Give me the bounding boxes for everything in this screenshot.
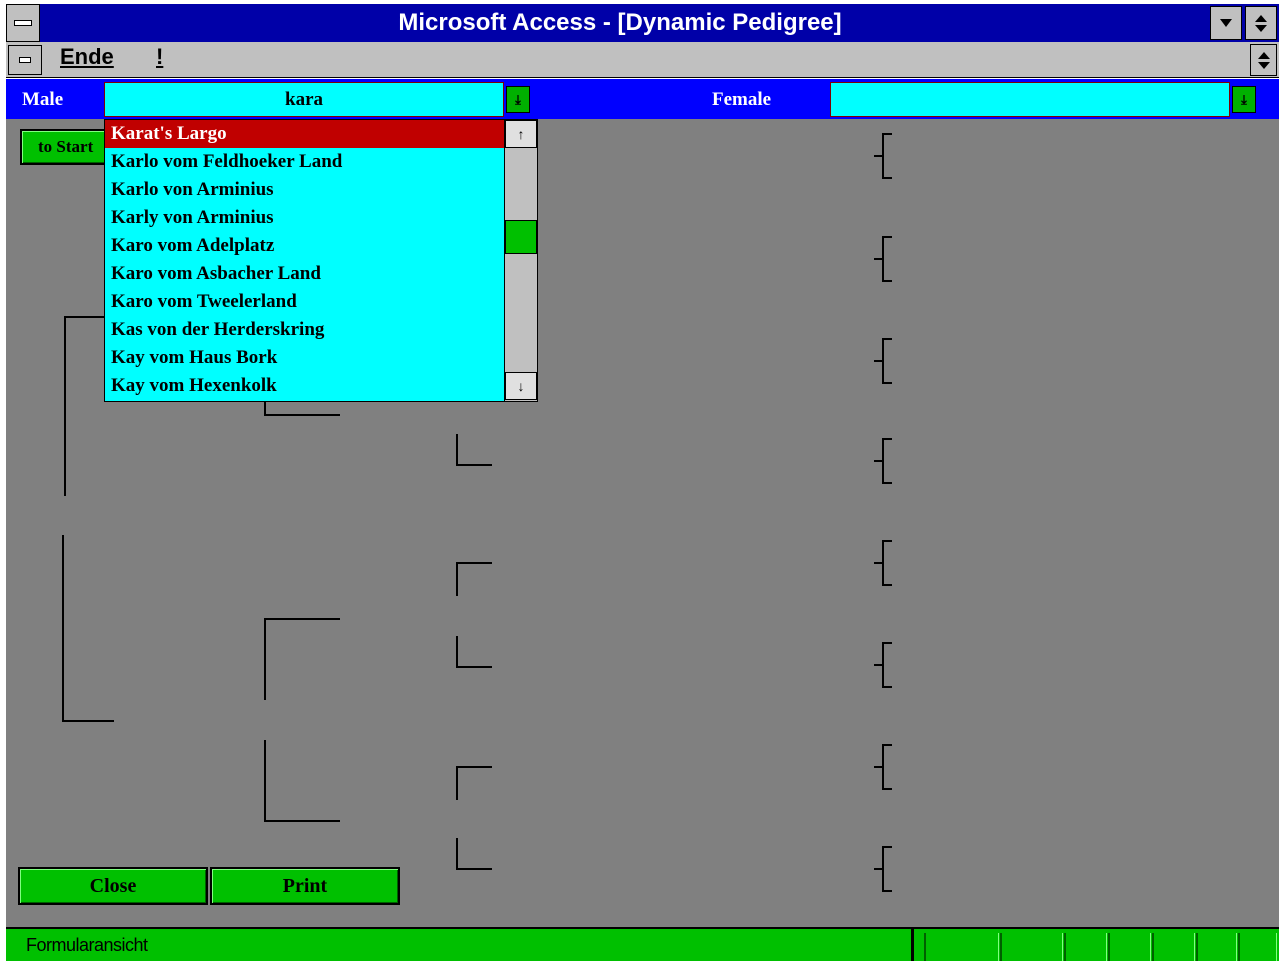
bracket-connector xyxy=(882,280,892,282)
bracket-connector xyxy=(874,155,883,157)
pedigree-connector xyxy=(264,618,266,700)
pedigree-connector xyxy=(456,636,458,668)
bracket-connector xyxy=(874,258,883,260)
pedigree-connector xyxy=(456,562,458,596)
dropdown-arrow-icon: ⤓ xyxy=(515,92,521,107)
status-cell xyxy=(1152,933,1195,961)
status-bar: Formularansicht xyxy=(6,927,1279,961)
status-cell xyxy=(924,933,999,961)
pedigree-connector xyxy=(456,766,492,768)
pedigree-connector xyxy=(264,820,340,822)
menu-ende[interactable]: Ende xyxy=(60,44,114,70)
arrow-up-icon: ↑ xyxy=(517,126,525,142)
menu-run[interactable]: ! xyxy=(156,44,163,70)
scroll-up-button[interactable]: ↑ xyxy=(505,120,537,148)
bracket-connector xyxy=(882,584,892,586)
dropdown-options: Karat's Largo Karlo vom Feldhoeker Land Ka… xyxy=(105,120,537,400)
female-combo[interactable] xyxy=(830,82,1230,117)
status-cell xyxy=(1238,933,1277,961)
male-label: Male xyxy=(22,89,64,110)
dropdown-option[interactable]: Karo vom Asbacher Land xyxy=(105,260,537,288)
female-label: Female xyxy=(712,89,772,110)
pedigree-connector xyxy=(456,838,458,870)
pedigree-connector xyxy=(62,535,64,722)
pedigree-connector xyxy=(64,316,104,318)
dropdown-option[interactable]: Karlo von Arminius xyxy=(105,176,537,204)
arrow-down-icon: ↓ xyxy=(517,378,525,394)
dropdown-option[interactable]: Kas von der Herderskring xyxy=(105,316,537,344)
bracket-connector xyxy=(874,766,883,768)
pedigree-connector xyxy=(264,740,266,822)
dropdown-option[interactable]: Kay vom Haus Bork xyxy=(105,344,537,372)
window-title: Microsoft Access - [Dynamic Pedigree] xyxy=(398,9,842,36)
document-menu-button[interactable] xyxy=(8,45,42,75)
status-text: Formularansicht xyxy=(26,935,148,955)
minimize-icon xyxy=(1220,19,1232,27)
dropdown-option[interactable]: Karat's Largo xyxy=(105,120,537,148)
pedigree-connector xyxy=(456,666,492,668)
male-combo[interactable]: kara xyxy=(104,82,504,117)
restore-down-icon xyxy=(1255,24,1267,32)
status-cell xyxy=(1064,933,1107,961)
bracket-connector xyxy=(874,664,883,666)
document-menu-icon xyxy=(19,57,31,63)
male-dropdown-list[interactable]: Karat's Largo Karlo vom Feldhoeker Land Ka… xyxy=(104,119,538,402)
male-combo-value[interactable]: kara xyxy=(105,83,503,116)
menu-bar xyxy=(6,42,1279,78)
bracket-connector xyxy=(882,686,892,688)
pedigree-connector xyxy=(456,766,458,800)
dropdown-option[interactable]: Karo vom Tweelerland xyxy=(105,288,537,316)
system-menu-icon xyxy=(14,20,32,26)
status-cell xyxy=(1000,933,1063,961)
scroll-down-button[interactable]: ↓ xyxy=(505,372,537,400)
dropdown-arrow-icon: ⤓ xyxy=(1241,92,1247,107)
minimize-button[interactable] xyxy=(1210,6,1242,40)
dropdown-option[interactable]: Karo vom Adelplatz xyxy=(105,232,537,260)
print-button[interactable]: Print xyxy=(210,867,400,905)
pedigree-connector xyxy=(264,414,340,416)
document-restore-button[interactable] xyxy=(1250,44,1277,76)
bracket-connector xyxy=(882,788,892,790)
scroll-thumb[interactable] xyxy=(505,220,537,254)
status-cell xyxy=(1108,933,1151,961)
close-button[interactable]: Close xyxy=(18,867,208,905)
male-combo-dropdown-button[interactable]: ⤓ xyxy=(506,86,530,113)
bracket-connector xyxy=(874,562,883,564)
bracket-connector xyxy=(882,482,892,484)
restore-up-icon xyxy=(1255,14,1267,22)
bracket-connector xyxy=(882,382,892,384)
bracket-connector xyxy=(882,890,892,892)
pedigree-connector xyxy=(62,720,114,722)
status-cell xyxy=(1196,933,1237,961)
bracket-connector xyxy=(874,460,883,462)
pedigree-connector xyxy=(64,316,66,496)
dropdown-option[interactable]: Kay vom Hexenkolk xyxy=(105,372,537,400)
dropdown-option[interactable]: Karly von Arminius xyxy=(105,204,537,232)
bracket-connector xyxy=(874,360,883,362)
dropdown-option[interactable]: Karlo vom Feldhoeker Land xyxy=(105,148,537,176)
restore-down-icon xyxy=(1257,61,1270,69)
pedigree-connector xyxy=(456,562,492,564)
status-divider xyxy=(911,929,914,961)
pedigree-connector xyxy=(456,868,492,870)
system-menu-button[interactable] xyxy=(6,4,40,42)
pedigree-connector xyxy=(456,464,492,466)
restore-button[interactable] xyxy=(1245,6,1277,40)
bracket-connector xyxy=(882,177,892,179)
female-combo-dropdown-button[interactable]: ⤓ xyxy=(1232,86,1256,113)
dropdown-scrollbar[interactable]: ↑ ↓ xyxy=(504,120,537,401)
pedigree-connector xyxy=(456,434,458,466)
bracket-connector xyxy=(874,868,883,870)
restore-up-icon xyxy=(1257,51,1270,59)
pedigree-connector xyxy=(264,618,340,620)
